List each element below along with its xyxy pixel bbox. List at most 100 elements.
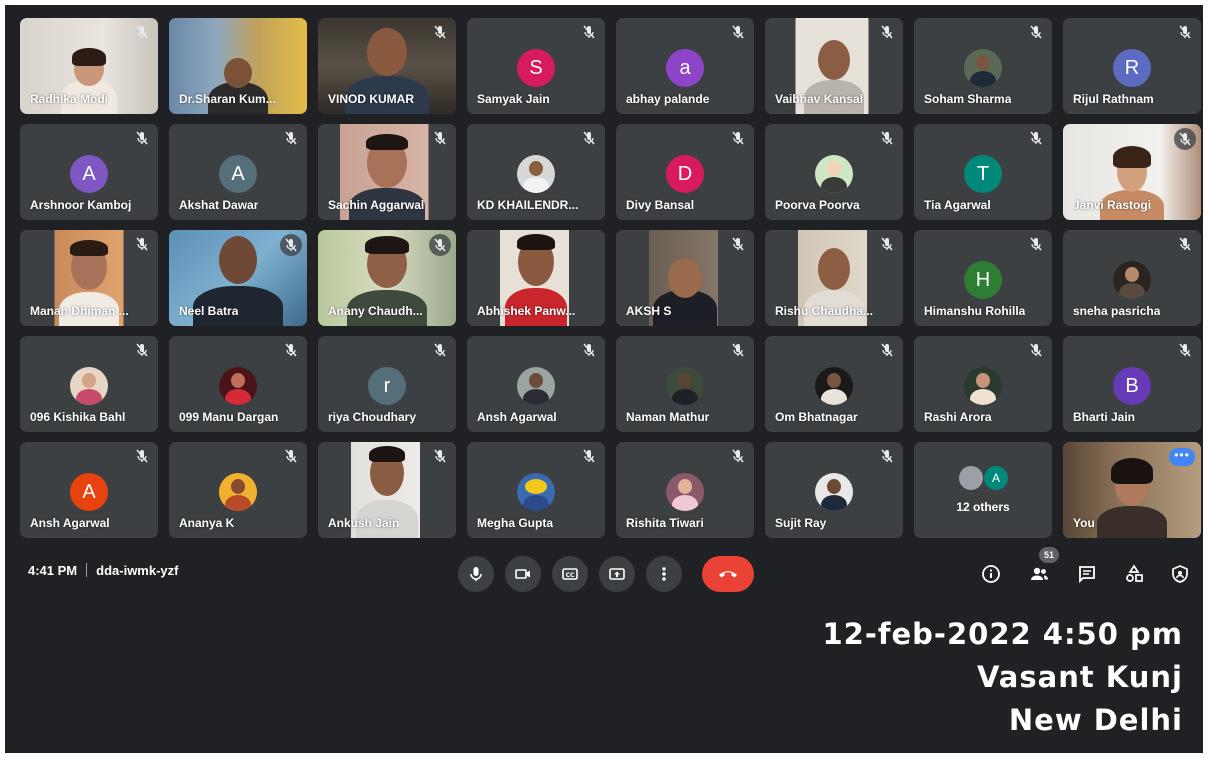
host-controls-button[interactable] <box>1167 561 1193 587</box>
more-options-button[interactable]: ••• <box>1169 448 1195 466</box>
participant-name: Rishita Tiwari <box>626 516 704 530</box>
participant-tile[interactable]: A Akshat Dawar <box>169 124 307 220</box>
participant-name: Sujit Ray <box>775 516 827 530</box>
participant-tile[interactable]: VINOD KUMAR <box>318 18 456 114</box>
person-hair <box>70 240 108 256</box>
initial-avatar: r <box>368 367 406 405</box>
mic-off-icon <box>879 130 895 146</box>
initial-avatar: a <box>666 49 704 87</box>
participant-name: Ankush Jain <box>328 516 400 530</box>
participant-name: Vaibhav Kansal <box>775 92 864 106</box>
participant-grid: Radhika Modi Dr.Sharan Kum... VINOD KUMA… <box>20 18 1202 546</box>
person-hair <box>369 446 405 462</box>
chat-button[interactable] <box>1074 561 1100 587</box>
participant-tile[interactable]: Rishu Chaudha... <box>765 230 903 326</box>
mic-off-icon <box>134 448 150 464</box>
participant-tile[interactable]: Anany Chaudh... <box>318 230 456 326</box>
participant-tile[interactable]: Naman Mathur <box>616 336 754 432</box>
mic-off-icon <box>1028 130 1044 146</box>
participant-tile[interactable]: S Samyak Jain <box>467 18 605 114</box>
participant-tile[interactable]: Ankush Jain <box>318 442 456 538</box>
participant-tile[interactable]: Ansh Agarwal <box>467 336 605 432</box>
participant-tile[interactable]: B Bharti Jain <box>1063 336 1201 432</box>
mic-off-icon <box>879 24 895 40</box>
participant-name: Samyak Jain <box>477 92 550 106</box>
person-head <box>818 40 850 80</box>
location-overlay-area: Vasant Kunj <box>976 660 1183 694</box>
participant-tile[interactable]: 099 Manu Dargan <box>169 336 307 432</box>
participant-tile[interactable]: Rashi Arora <box>914 336 1052 432</box>
self-tile[interactable]: ••• You <box>1063 442 1201 538</box>
mic-off-icon <box>1028 342 1044 358</box>
location-overlay-city: New Delhi <box>1008 703 1183 737</box>
participant-tile[interactable]: a abhay palande <box>616 18 754 114</box>
more-options-button[interactable] <box>646 556 682 592</box>
participant-tile[interactable]: Vaibhav Kansal <box>765 18 903 114</box>
mic-off-icon <box>879 342 895 358</box>
participant-tile[interactable]: Neel Batra <box>169 230 307 326</box>
participant-name: Megha Gupta <box>477 516 554 530</box>
participant-tile[interactable]: Sujit Ray <box>765 442 903 538</box>
others-avatar-initial: A <box>984 466 1008 490</box>
mic-off-icon <box>730 236 746 252</box>
mic-off-icon <box>1177 236 1193 252</box>
profile-photo <box>517 155 555 193</box>
participant-tile[interactable]: D Divy Bansal <box>616 124 754 220</box>
participant-tile[interactable]: r riya Choudhary <box>318 336 456 432</box>
participant-name: Soham Sharma <box>924 92 1012 106</box>
activities-button[interactable] <box>1121 561 1147 587</box>
person-head <box>219 236 257 284</box>
initial-avatar: H <box>964 261 1002 299</box>
participant-count-badge: 51 <box>1039 547 1059 563</box>
initial-avatar: B <box>1113 367 1151 405</box>
participant-name: riya Choudhary <box>328 410 417 424</box>
end-call-button[interactable] <box>702 556 754 592</box>
participant-tile[interactable]: H Himanshu Rohilla <box>914 230 1052 326</box>
divider <box>86 563 88 577</box>
mic-off-icon <box>730 448 746 464</box>
present-button[interactable] <box>599 556 635 592</box>
participant-tile[interactable]: sneha pasricha <box>1063 230 1201 326</box>
participant-tile[interactable]: Radhika Modi <box>20 18 158 114</box>
person-head <box>668 258 702 298</box>
mic-off-icon <box>730 130 746 146</box>
participant-name: Abhishek Panw... <box>477 304 576 318</box>
participant-tile[interactable]: 096 Kishika Bahl <box>20 336 158 432</box>
participant-name: Naman Mathur <box>626 410 710 424</box>
participant-tile[interactable]: KD KHAILENDR... <box>467 124 605 220</box>
info-button[interactable] <box>978 561 1004 587</box>
participant-tile[interactable]: A Ansh Agarwal <box>20 442 158 538</box>
participant-tile[interactable]: AKSH S <box>616 230 754 326</box>
profile-photo <box>666 473 704 511</box>
people-button[interactable] <box>1026 561 1052 587</box>
others-tile[interactable]: A 12 others <box>914 442 1052 538</box>
participant-tile[interactable]: R Rijul Rathnam <box>1063 18 1201 114</box>
participant-tile[interactable]: Manan Dhiman ... <box>20 230 158 326</box>
participant-tile[interactable]: Janvi Rastogi <box>1063 124 1201 220</box>
participant-name: VINOD KUMAR <box>328 92 414 106</box>
participant-tile[interactable]: Dr.Sharan Kum... <box>169 18 307 114</box>
mic-off-icon <box>581 448 597 464</box>
participant-tile[interactable]: Soham Sharma <box>914 18 1052 114</box>
participant-tile[interactable]: Poorva Poorva <box>765 124 903 220</box>
participant-name: Janvi Rastogi <box>1073 198 1152 212</box>
participant-tile[interactable]: A Arshnoor Kamboj <box>20 124 158 220</box>
participant-tile[interactable]: Om Bhatnagar <box>765 336 903 432</box>
participant-name: Sachin Aggarwal <box>328 198 425 212</box>
self-label: You <box>1073 516 1095 530</box>
participant-tile[interactable]: T Tia Agarwal <box>914 124 1052 220</box>
camera-button[interactable] <box>505 556 541 592</box>
mic-off-icon <box>432 24 448 40</box>
participant-tile[interactable]: Ananya K <box>169 442 307 538</box>
mic-button[interactable] <box>458 556 494 592</box>
mic-off-icon <box>134 24 150 40</box>
participant-tile[interactable]: Abhishek Panw... <box>467 230 605 326</box>
participant-tile[interactable]: Sachin Aggarwal <box>318 124 456 220</box>
captions-button[interactable]: CC <box>552 556 588 592</box>
participant-tile[interactable]: Rishita Tiwari <box>616 442 754 538</box>
meeting-info: 4:41 PM dda-iwmk-yzf <box>28 563 178 578</box>
mic-off-icon <box>1174 128 1196 150</box>
participant-tile[interactable]: Megha Gupta <box>467 442 605 538</box>
profile-photo <box>70 367 108 405</box>
timestamp-overlay: 12-feb-2022 4:50 pm <box>822 617 1183 651</box>
